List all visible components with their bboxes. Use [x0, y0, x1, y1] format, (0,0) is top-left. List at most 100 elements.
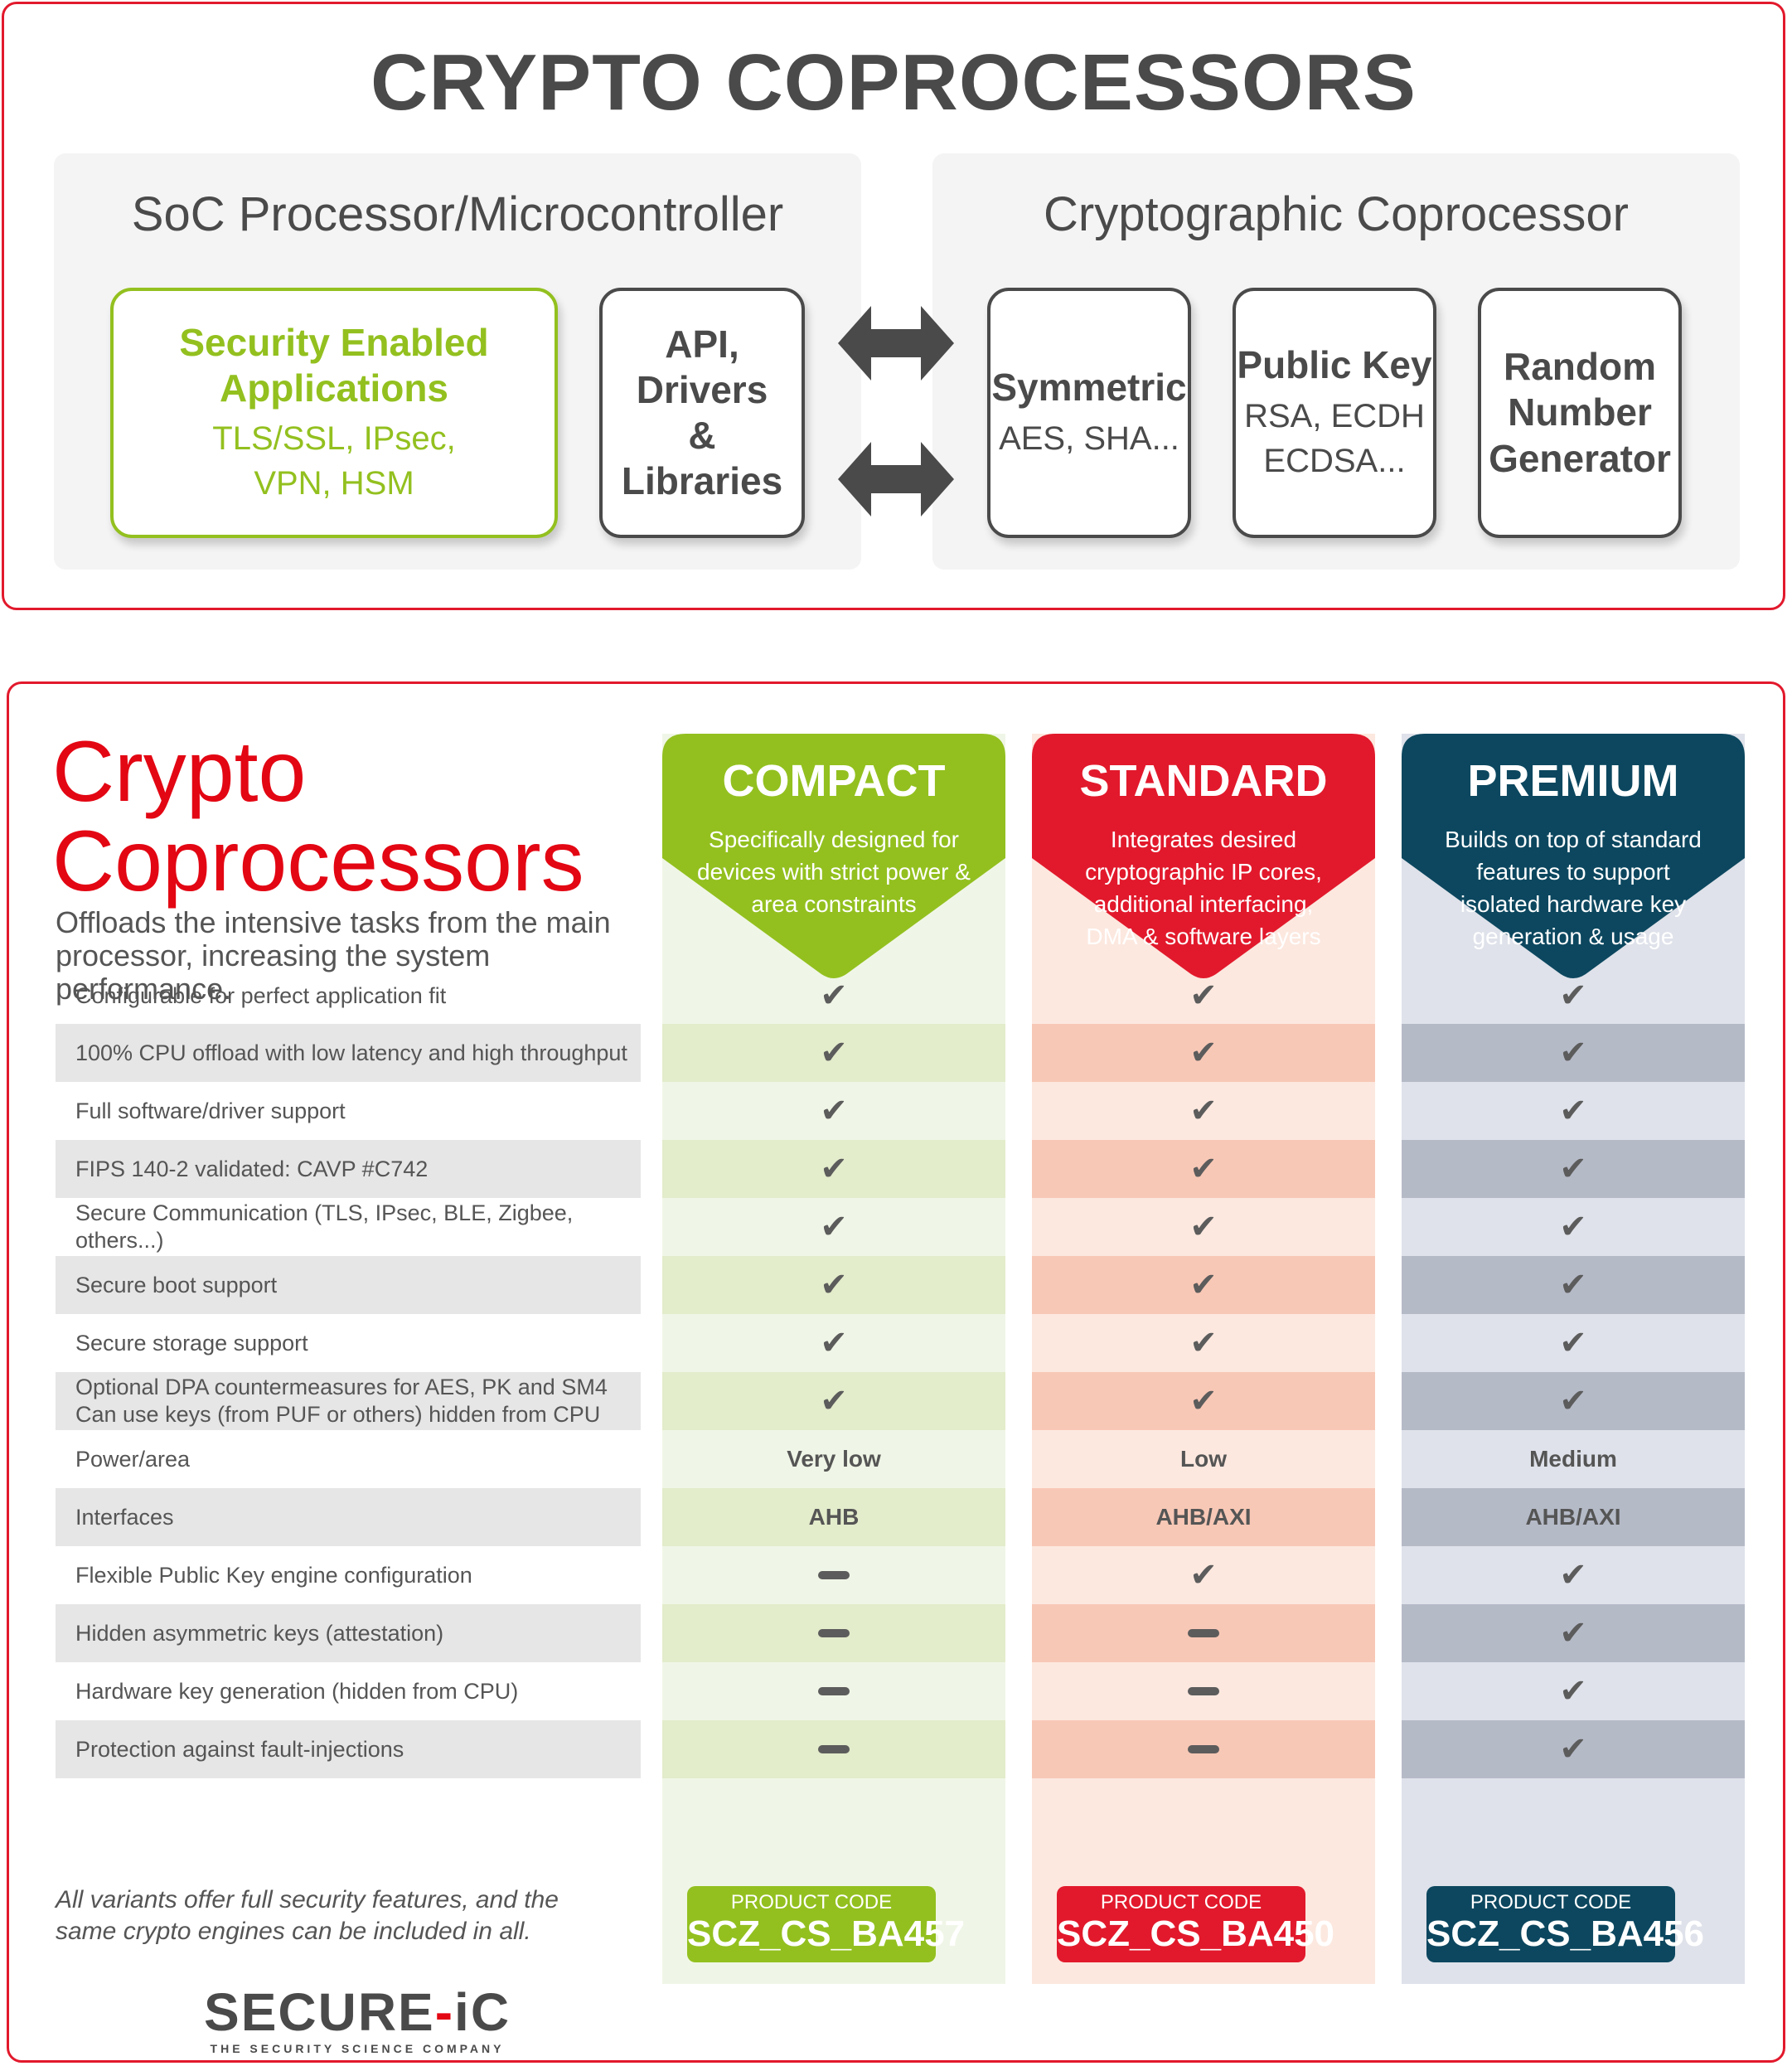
- title-line: Coprocessors: [52, 813, 584, 909]
- feature-label: Secure storage support: [75, 1330, 308, 1356]
- feature-cell: ✔: [1032, 1314, 1375, 1372]
- feature-value: Medium: [1529, 1446, 1617, 1472]
- card-heading: Symmetric: [991, 366, 1187, 410]
- checkmark-icon: ✔: [1189, 977, 1218, 1014]
- feature-cell: ✔: [1402, 1314, 1745, 1372]
- feature-cell: ✔: [1032, 1082, 1375, 1140]
- checkmark-icon: ✔: [1559, 1731, 1587, 1768]
- product-code-badge: PRODUCT CODE SCZ_CS_BA450: [1057, 1886, 1334, 1962]
- feature-cell: ✔: [662, 1198, 1005, 1256]
- feature-label: Protection against fault-injections: [56, 1720, 641, 1778]
- api-drivers-card: API, Drivers & Libraries: [599, 288, 805, 538]
- checkmark-icon: ✔: [820, 1325, 848, 1361]
- feature-cell: ✔: [1402, 968, 1745, 1024]
- feature-cell: ✔: [1402, 1604, 1745, 1662]
- feature-cell: ✔: [1402, 1662, 1745, 1720]
- feature-cell: ✔: [1402, 1024, 1745, 1082]
- product-code-label: PRODUCT CODE: [1100, 1891, 1262, 1913]
- checkmark-icon: ✔: [1559, 1035, 1587, 1071]
- card-subtext: ECDSA...: [1263, 442, 1406, 479]
- feature-value: AHB/AXI: [1032, 1488, 1375, 1546]
- card-heading: Generator: [1489, 436, 1671, 480]
- page-title: CRYPTO COPROCESSORS: [371, 38, 1417, 127]
- product-code-label: PRODUCT CODE: [730, 1891, 893, 1913]
- tier-name: PREMIUM: [1467, 756, 1679, 806]
- title-line: Crypto: [52, 724, 307, 820]
- feature-cell: [662, 1604, 1005, 1662]
- comparison-panel: Crypto Coprocessors Offloads the intensi…: [7, 681, 1785, 2063]
- card-subtext: TLS/SSL, IPsec,: [212, 420, 456, 458]
- card-heading: Security Enabled: [179, 320, 489, 364]
- card-heading: API,: [665, 322, 739, 366]
- feature-cell: ✔: [1032, 968, 1375, 1024]
- feature-label: Configurable for perfect application fit: [75, 982, 447, 1008]
- architecture-panel: CRYPTO COPROCESSORS SoC Processor/Microc…: [2, 2, 1785, 610]
- bidirectional-arrow-icon: [838, 306, 954, 381]
- feature-cell: ✔: [1032, 1256, 1375, 1314]
- checkmark-icon: ✔: [1559, 1093, 1587, 1129]
- feature-cell: ✔: [1402, 1372, 1745, 1430]
- checkmark-icon: ✔: [1189, 1383, 1218, 1419]
- feature-cell: ✔: [662, 1024, 1005, 1082]
- checkmark-icon: ✔: [1559, 1267, 1587, 1303]
- feature-value: AHB: [662, 1488, 1005, 1546]
- checkmark-icon: ✔: [1189, 1035, 1218, 1071]
- card-subtext: VPN, HSM: [254, 465, 414, 502]
- product-code: SCZ_CS_BA456: [1426, 1913, 1705, 1954]
- feature-cell: ✔: [662, 968, 1005, 1024]
- checkmark-icon: ✔: [1189, 1151, 1218, 1187]
- feature-cell: ✔: [1402, 1546, 1745, 1604]
- feature-cell: ✔: [1032, 1546, 1375, 1604]
- card-heading: Number: [1508, 390, 1652, 434]
- feature-value: Low: [1180, 1446, 1227, 1472]
- card-heading: Applications: [219, 366, 449, 410]
- feature-cell: [1032, 1604, 1375, 1662]
- checkmark-icon: ✔: [1559, 1325, 1587, 1361]
- feature-cell: ✔: [662, 1256, 1005, 1314]
- checkmark-icon: ✔: [1559, 977, 1587, 1014]
- soc-title: SoC Processor/Microcontroller: [131, 187, 784, 241]
- card-heading: Public Key: [1237, 343, 1432, 387]
- feature-label: Secure Communication (TLS, IPsec, BLE, Z…: [75, 1200, 574, 1253]
- checkmark-icon: ✔: [1559, 1383, 1587, 1419]
- feature-label: Power/area: [75, 1446, 191, 1472]
- checkmark-icon: ✔: [1189, 1557, 1218, 1593]
- checkmark-icon: ✔: [820, 1383, 848, 1419]
- card-heading: Drivers: [636, 367, 768, 411]
- feature-cell: ✔: [1402, 1720, 1745, 1778]
- random-number-generator-card: Random Number Generator: [1478, 288, 1682, 538]
- feature-label: Optional DPA countermeasures for AES, PK…: [56, 1372, 641, 1430]
- card-subtext: AES, SHA...: [999, 420, 1179, 457]
- dash-icon: [1188, 1687, 1219, 1695]
- dash-icon: [818, 1629, 850, 1637]
- checkmark-icon: ✔: [1189, 1093, 1218, 1129]
- feature-label: Full software/driver support: [75, 1098, 346, 1123]
- product-code-badge: PRODUCT CODE SCZ_CS_BA456: [1426, 1886, 1705, 1962]
- product-code-badge: PRODUCT CODE SCZ_CS_BA457: [687, 1886, 965, 1962]
- checkmark-icon: ✔: [1559, 1209, 1587, 1245]
- feature-cell: ✔: [1032, 1198, 1375, 1256]
- feature-cell: [662, 1720, 1005, 1778]
- feature-value: AHB/AXI: [1402, 1488, 1745, 1546]
- checkmark-icon: ✔: [820, 1209, 848, 1245]
- feature-cell: ✔: [1402, 1198, 1745, 1256]
- feature-value: Very low: [787, 1446, 881, 1472]
- feature-cell: ✔: [1402, 1140, 1745, 1198]
- footnote: All variants offer full security feature…: [56, 1886, 559, 1945]
- feature-cell: ✔: [1402, 1256, 1745, 1314]
- logo-wordmark: SECURE-iC: [204, 1982, 511, 2042]
- checkmark-icon: ✔: [1559, 1557, 1587, 1593]
- checkmark-icon: ✔: [820, 1267, 848, 1303]
- feature-cell: ✔: [662, 1140, 1005, 1198]
- checkmark-icon: ✔: [1189, 1267, 1218, 1303]
- symmetric-card: Symmetric AES, SHA...: [987, 288, 1191, 538]
- feature-cell: ✔: [662, 1082, 1005, 1140]
- coprocessor-title: Cryptographic Coprocessor: [1044, 187, 1629, 241]
- tier-header-standard: STANDARD Integrates desired cryptographic…: [1032, 734, 1375, 982]
- comparison-title: Crypto Coprocessors: [52, 727, 584, 906]
- card-subtext: RSA, ECDH: [1244, 397, 1425, 434]
- tier-name: STANDARD: [1079, 756, 1328, 806]
- feature-label: Hidden asymmetric keys (attestation): [56, 1604, 641, 1662]
- checkmark-icon: ✔: [820, 1035, 848, 1071]
- public-key-card: Public Key RSA, ECDH ECDSA...: [1233, 288, 1436, 538]
